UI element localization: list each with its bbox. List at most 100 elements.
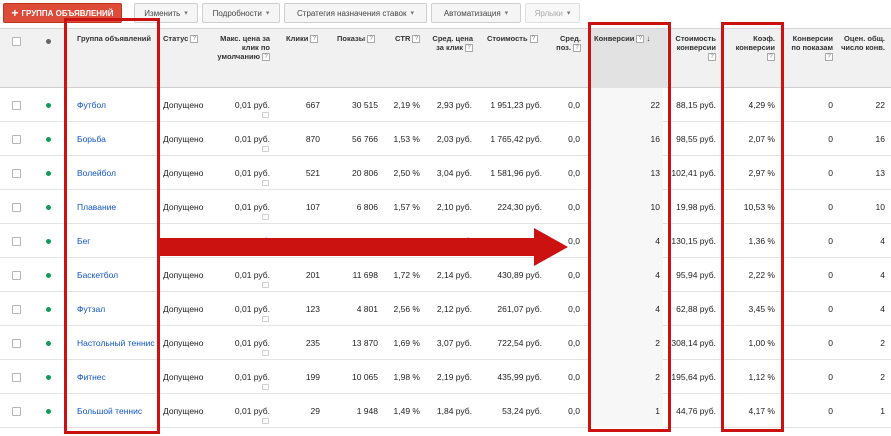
- cell-clicks: 29: [310, 406, 320, 416]
- help-icon[interactable]: ?: [573, 44, 581, 53]
- header-max-cpc[interactable]: Макс. цена за клик по умолчанию?: [210, 29, 273, 89]
- cell-group[interactable]: Баскетбол: [74, 258, 160, 292]
- cell-clicks: 107: [305, 202, 320, 212]
- cell-cost-per-conv: 88,15 руб.: [676, 100, 716, 110]
- row-checkbox[interactable]: [11, 338, 21, 348]
- help-icon[interactable]: ?: [262, 53, 270, 62]
- row-checkbox[interactable]: [11, 100, 21, 110]
- cell-group[interactable]: Волейбол: [74, 156, 160, 190]
- status-dot-icon[interactable]: [45, 238, 51, 244]
- cell-status: Допущено: [163, 134, 204, 144]
- table-row[interactable]: Борьба Допущено 0,01 руб. 870 56 766 1,53 % 2,…: [0, 122, 891, 156]
- header-conv-rate[interactable]: Коэф. конверсии?: [723, 29, 778, 89]
- edit-icon[interactable]: [262, 384, 269, 390]
- table-row[interactable]: Большой теннис Допущено 0,01 руб. 29 1 948 1,…: [0, 394, 891, 428]
- edit-icon[interactable]: [262, 214, 269, 220]
- status-dot-icon[interactable]: [45, 204, 51, 210]
- help-icon[interactable]: ?: [529, 35, 538, 44]
- bid-strategy-dropdown[interactable]: Стратегия назначения ставок ▾: [284, 3, 427, 23]
- row-select-cell: [0, 258, 32, 292]
- cell-group[interactable]: Фитнес: [74, 360, 160, 394]
- header-clicks[interactable]: Клики?: [283, 29, 325, 89]
- cell-conv-rate: 2,97 %: [748, 168, 775, 178]
- add-ad-group-button[interactable]: + ГРУППА ОБЪЯВЛЕНИЙ: [3, 3, 122, 23]
- row-checkbox[interactable]: [11, 406, 21, 416]
- cell-group[interactable]: Настольный теннис: [74, 326, 160, 360]
- edit-icon[interactable]: [262, 418, 269, 424]
- cell-clicks: 199: [305, 372, 320, 382]
- row-select-cell: [0, 156, 32, 190]
- table-row[interactable]: Плавание Допущено 0,01 руб. 107 6 806 1,57 % 2…: [0, 190, 891, 224]
- help-icon[interactable]: ?: [767, 53, 775, 62]
- details-dropdown[interactable]: Подробности ▾: [202, 3, 280, 23]
- help-icon[interactable]: ?: [367, 35, 376, 44]
- header-avg-pos[interactable]: Сред. поз.?: [548, 29, 584, 89]
- status-dot-icon[interactable]: [45, 374, 51, 380]
- edit-icon[interactable]: [262, 180, 269, 186]
- header-ctr[interactable]: CTR?: [392, 29, 428, 89]
- edit-icon[interactable]: [262, 112, 269, 118]
- help-icon[interactable]: ?: [412, 35, 421, 44]
- cell-impressions: 1 948: [356, 406, 378, 416]
- table-row[interactable]: Футбол Допущено 0,01 руб. 667 30 515 2,19 % 2,…: [0, 88, 891, 122]
- row-checkbox[interactable]: [11, 304, 21, 314]
- edit-dropdown[interactable]: Изменить ▾: [134, 3, 198, 23]
- row-status-cell: [32, 88, 64, 122]
- row-checkbox[interactable]: [11, 372, 21, 382]
- row-checkbox[interactable]: [11, 202, 21, 212]
- help-icon[interactable]: ?: [636, 35, 645, 44]
- cell-clicks: 123: [305, 304, 320, 314]
- cell-group[interactable]: Футзал: [74, 292, 160, 326]
- row-checkbox[interactable]: [11, 270, 21, 280]
- header-group[interactable]: Группа объявлений: [74, 29, 160, 89]
- help-icon[interactable]: ?: [465, 44, 473, 53]
- header-impressions[interactable]: Показы?: [334, 29, 384, 89]
- sort-arrow-icon[interactable]: ↓: [646, 34, 650, 43]
- cell-group[interactable]: Бег: [74, 224, 160, 258]
- status-dot-icon[interactable]: [45, 306, 51, 312]
- help-icon[interactable]: ?: [310, 35, 319, 44]
- automation-dropdown[interactable]: Автоматизация ▾: [431, 3, 521, 23]
- cell-ctr: 2,50 %: [393, 168, 420, 178]
- table-row[interactable]: Настольный теннис Допущено 0,01 руб. 235 13 …: [0, 326, 891, 360]
- header-est-conv[interactable]: Оцен. общ. число конв.: [838, 29, 888, 89]
- cell-conv-rate: 1,12 %: [748, 372, 775, 382]
- header-conversions[interactable]: Конверсии? ↓: [591, 29, 667, 89]
- table-row[interactable]: Фитнес Допущено 0,01 руб. 199 10 065 1,98 % 2,…: [0, 360, 891, 394]
- help-icon[interactable]: ?: [190, 35, 199, 44]
- status-dot-icon[interactable]: [45, 340, 51, 346]
- cell-ctr: 2,56 %: [393, 304, 420, 314]
- edit-icon[interactable]: [262, 350, 269, 356]
- cell-est-conv: 13: [875, 168, 885, 178]
- row-checkbox[interactable]: [11, 168, 21, 178]
- status-dot-icon[interactable]: [45, 136, 51, 142]
- edit-icon[interactable]: [262, 146, 269, 152]
- header-view-conv[interactable]: Конверсии по показам?: [784, 29, 836, 89]
- cell-group[interactable]: Плавание: [74, 190, 160, 224]
- header-status[interactable]: Статус?: [160, 29, 210, 89]
- header-avg-cpc[interactable]: Сред. цена за клик?: [428, 29, 476, 89]
- help-icon[interactable]: ?: [708, 53, 716, 62]
- edit-icon[interactable]: [262, 316, 269, 322]
- table-row[interactable]: Баскетбол Допущено 0,01 руб. 201 11 698 1,72 …: [0, 258, 891, 292]
- cell-conv-rate: 2,07 %: [748, 134, 775, 144]
- status-dot-icon[interactable]: [45, 272, 51, 278]
- cell-conversions: 1: [591, 394, 663, 428]
- row-checkbox[interactable]: [11, 236, 21, 246]
- edit-icon[interactable]: [262, 282, 269, 288]
- cell-group[interactable]: Футбол: [74, 88, 160, 122]
- cell-view-conv: 0: [828, 134, 833, 144]
- status-dot-icon[interactable]: [45, 170, 51, 176]
- table-row[interactable]: Волейбол Допущено 0,01 руб. 521 20 806 2,50 %…: [0, 156, 891, 190]
- status-dot-icon[interactable]: [45, 408, 51, 414]
- labels-dropdown[interactable]: Ярлыки ▾: [525, 3, 580, 23]
- header-cost-per-conv[interactable]: Стоимость конверсии?: [667, 29, 719, 89]
- cell-group[interactable]: Борьба: [74, 122, 160, 156]
- row-checkbox[interactable]: [11, 134, 21, 144]
- cell-group[interactable]: Большой теннис: [74, 394, 160, 428]
- table-row[interactable]: Футзал Допущено 0,01 руб. 123 4 801 2,56 % 2,1…: [0, 292, 891, 326]
- header-cost[interactable]: Стоимость?: [484, 29, 546, 89]
- select-all-checkbox[interactable]: [11, 37, 21, 46]
- help-icon[interactable]: ?: [825, 53, 833, 62]
- status-dot-icon[interactable]: [45, 102, 51, 108]
